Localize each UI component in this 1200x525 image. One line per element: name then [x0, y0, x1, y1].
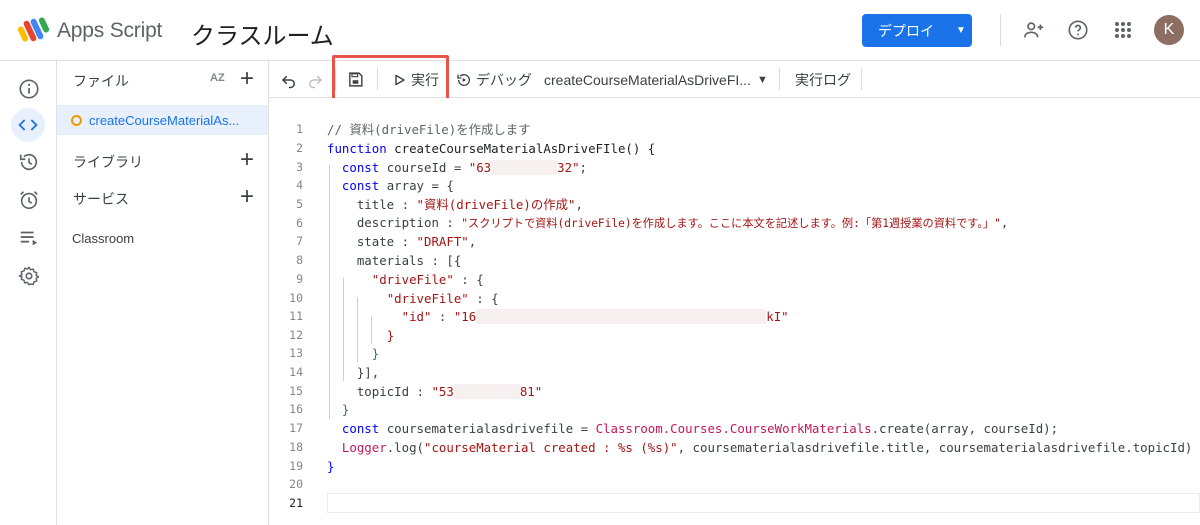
debug-button[interactable]: デバッグ: [456, 61, 532, 98]
code-editor-icon[interactable]: [11, 108, 45, 142]
highlight-box: [332, 55, 449, 102]
header-divider: [1000, 14, 1001, 46]
debug-icon: [457, 73, 470, 86]
chevron-down-icon: ▼: [756, 73, 768, 86]
service-item-classroom[interactable]: Classroom: [72, 231, 134, 246]
toolbar-divider: [779, 68, 780, 90]
caret-down-icon: ▼: [956, 25, 966, 36]
executions-list-icon[interactable]: [14, 223, 44, 253]
code-line: 8 materials : [{: [296, 252, 462, 268]
avatar[interactable]: K: [1154, 15, 1184, 45]
code-line: 11 "id" : "16 kI": [289, 308, 789, 324]
code-line: 19}: [289, 458, 335, 474]
project-title[interactable]: クラスルーム: [191, 16, 334, 51]
debug-label: デバッグ: [476, 71, 532, 88]
code-line: 6 description : "スクリプトで資料(driveFile)を作成し…: [296, 215, 1009, 231]
add-file-icon[interactable]: +: [240, 67, 254, 91]
deploy-label: デプロイ: [878, 22, 934, 39]
code-line: 1// 資料(driveFile)を作成します: [296, 122, 531, 138]
sort-az-icon[interactable]: AZ: [210, 72, 225, 84]
code-line: 3 const courseId = "63 32";: [296, 159, 588, 175]
deploy-button[interactable]: デプロイ ▼: [862, 14, 972, 47]
settings-gear-icon[interactable]: [14, 261, 44, 291]
code-line: 5 title : "資料(driveFile)の作成",: [296, 197, 583, 213]
code-line: 9 "driveFile" : {: [296, 271, 484, 287]
code-line: 14 }],: [289, 364, 380, 380]
undo-icon[interactable]: [280, 61, 298, 98]
apps-grid-icon[interactable]: [1111, 18, 1135, 42]
code-line: 16 }: [289, 401, 350, 417]
code-line: 13 }: [289, 345, 380, 361]
add-person-icon[interactable]: [1022, 18, 1046, 42]
code-line: 12 }: [289, 327, 395, 343]
add-service-icon[interactable]: +: [240, 185, 254, 209]
help-icon[interactable]: [1066, 18, 1090, 42]
alarm-clock-icon[interactable]: [14, 185, 44, 215]
script-file-icon: [71, 114, 82, 126]
execution-log-button[interactable]: 実行ログ: [795, 61, 851, 98]
info-icon[interactable]: [14, 74, 44, 104]
code-line: 17 const coursematerialasdrivefile = Cla…: [289, 420, 1059, 436]
redo-icon[interactable]: [306, 61, 324, 98]
file-name: createCourseMaterialAs...: [89, 112, 240, 128]
function-select-value: createCourseMaterialAsDriveFI...: [544, 71, 751, 88]
toolbar-divider: [861, 68, 862, 90]
code-line: 4 const array = {: [296, 177, 454, 193]
services-header: サービス: [73, 191, 129, 207]
code-line: 15 topicId : "53 81": [289, 383, 543, 399]
code-line: 20: [289, 477, 303, 492]
code-line: 2 function createCourseMaterialAsDriveFIl…: [296, 140, 656, 156]
function-select[interactable]: createCourseMaterialAsDriveFI... ▼: [544, 61, 768, 98]
history-icon[interactable]: [14, 147, 44, 177]
code-line: 7 state : "DRAFT",: [296, 233, 477, 249]
apps-script-logo[interactable]: [18, 14, 50, 46]
execution-log-label: 実行ログ: [795, 71, 851, 88]
top-bar: Apps Script クラスルーム デプロイ ▼ K: [0, 0, 1200, 60]
code-line: 21: [289, 496, 303, 511]
code-line: 18 Logger.log("courseMaterial created : …: [289, 439, 1193, 455]
add-library-icon[interactable]: +: [240, 148, 254, 172]
app-name: Apps Script: [57, 19, 163, 42]
code-line: 10 "driveFile" : {: [289, 290, 499, 306]
files-header: ファイル: [73, 73, 129, 89]
left-rail: [0, 60, 57, 525]
files-panel: ファイル AZ + createCourseMaterialAs... ライブラ…: [57, 60, 269, 525]
file-item[interactable]: createCourseMaterialAs...: [57, 105, 268, 135]
code-editor[interactable]: 1// 資料(driveFile)を作成します 2 function create…: [269, 98, 1200, 525]
libraries-header: ライブラリ: [73, 154, 143, 170]
